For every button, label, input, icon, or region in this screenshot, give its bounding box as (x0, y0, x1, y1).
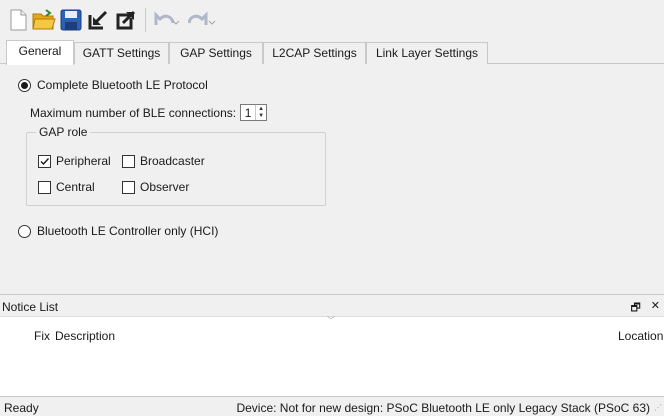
column-header-location[interactable]: Location (618, 329, 663, 343)
gap-role-title: GAP role (36, 125, 91, 139)
sort-indicator-icon: ﹀ (327, 316, 335, 325)
column-header-description[interactable]: Description (55, 329, 115, 343)
notice-list-pane: Notice List 🗗 ✕ ﹀ Fix Description Locati… (0, 294, 664, 396)
observer-label: Observer (140, 180, 190, 194)
complete-protocol-option[interactable]: Complete Bluetooth LE Protocol (18, 78, 208, 92)
open-folder-icon[interactable] (32, 8, 56, 32)
spin-arrows-icon[interactable]: ▲ ▼ (255, 105, 266, 120)
resize-grip-icon[interactable]: ⋰ (654, 403, 662, 412)
device-status-text: Device: Not for new design: PSoC Bluetoo… (236, 401, 650, 415)
tab-general[interactable]: General (6, 40, 74, 65)
undo-icon[interactable] (152, 8, 182, 32)
notice-list-header: Notice List 🗗 ✕ (0, 295, 664, 317)
max-connections-spinbox[interactable]: 1 ▲ ▼ (240, 104, 268, 121)
redo-icon[interactable] (188, 8, 218, 32)
controller-only-label: Bluetooth LE Controller only (HCI) (37, 224, 219, 238)
central-option[interactable]: Central (38, 180, 95, 194)
new-file-icon[interactable] (8, 8, 28, 32)
tab-l2cap-settings[interactable]: L2CAP Settings (263, 42, 366, 64)
toolbar-separator (145, 8, 146, 32)
peripheral-option[interactable]: Peripheral (38, 154, 111, 168)
general-panel: Complete Bluetooth LE Protocol Maximum n… (0, 64, 664, 294)
float-pane-icon[interactable]: 🗗 (630, 299, 640, 318)
broadcaster-label: Broadcaster (140, 154, 205, 168)
tab-gap-settings[interactable]: GAP Settings (169, 42, 263, 64)
observer-option[interactable]: Observer (122, 180, 189, 194)
controller-only-radio[interactable] (18, 224, 31, 238)
tab-link-layer-settings[interactable]: Link Layer Settings (366, 42, 488, 64)
notice-list-title: Notice List (2, 300, 59, 314)
broadcaster-checkbox[interactable] (122, 154, 135, 168)
max-connections-label: Maximum number of BLE connections: (30, 105, 237, 120)
save-icon[interactable] (60, 8, 82, 32)
gap-role-group (26, 132, 326, 206)
export-icon[interactable] (115, 8, 137, 32)
toolbar (0, 0, 664, 38)
max-connections-row: Maximum number of BLE connections: 1 ▲ ▼ (30, 104, 268, 121)
close-icon[interactable]: ✕ (651, 299, 660, 318)
central-checkbox[interactable] (38, 180, 51, 194)
settings-tabs: General GATT Settings GAP Settings L2CAP… (0, 40, 664, 65)
central-label: Central (56, 180, 95, 194)
column-header-fix[interactable]: Fix (34, 329, 50, 343)
controller-only-option[interactable]: Bluetooth LE Controller only (HCI) (18, 224, 218, 238)
peripheral-checkbox[interactable] (38, 154, 51, 168)
complete-protocol-label: Complete Bluetooth LE Protocol (37, 78, 208, 92)
complete-protocol-radio[interactable] (18, 78, 31, 92)
status-bar: Ready Device: Not for new design: PSoC B… (0, 396, 664, 416)
max-connections-value[interactable]: 1 (241, 106, 255, 120)
import-icon[interactable] (87, 8, 109, 32)
tab-gatt-settings[interactable]: GATT Settings (74, 42, 169, 64)
status-text: Ready (4, 401, 39, 415)
peripheral-label: Peripheral (56, 154, 111, 168)
observer-checkbox[interactable] (122, 180, 135, 194)
broadcaster-option[interactable]: Broadcaster (122, 154, 205, 168)
